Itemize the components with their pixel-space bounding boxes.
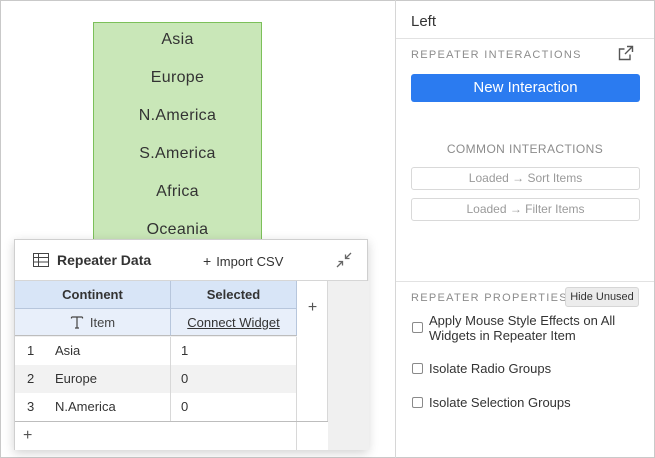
table-row[interactable]: 2 Europe 0 (15, 365, 297, 393)
isolate-radio-groups-checkbox[interactable] (412, 363, 423, 374)
repeater-item: N.America (138, 107, 217, 124)
separator (396, 281, 654, 282)
column-header-selected[interactable]: Selected (171, 281, 297, 309)
isolate-selection-groups-checkbox[interactable] (412, 397, 423, 408)
repeater-data-title: Repeater Data (57, 252, 152, 268)
design-canvas[interactable]: Asia Europe N.America S.America Africa O… (1, 1, 396, 457)
add-column-button[interactable]: + (297, 299, 328, 317)
plus-icon: + (203, 253, 212, 269)
column-type-item[interactable]: Item (15, 309, 171, 336)
apply-mouse-style-checkbox[interactable] (412, 322, 423, 333)
external-link-icon[interactable] (618, 45, 634, 61)
column-header-continent[interactable]: Continent (15, 281, 171, 309)
table-row[interactable]: 1 Asia 1 (15, 337, 297, 365)
import-csv-button[interactable]: + Import CSV (203, 253, 283, 269)
continent-cell[interactable]: N.America (15, 393, 171, 421)
checkbox-label-line: Widgets in Repeater Item (429, 328, 576, 343)
hide-unused-button[interactable]: Hide Unused (565, 287, 639, 307)
repeater-data-panel: Repeater Data + Import CSV Continent Sele… (14, 239, 369, 450)
loaded-sort-items-button[interactable]: Loaded → Sort Items (411, 167, 640, 190)
connect-widget-link[interactable]: Connect Widget (171, 309, 297, 336)
add-row-divider (296, 422, 297, 450)
repeater-data-header: Repeater Data + Import CSV (15, 240, 367, 281)
interactions-panel: Left REPEATER INTERACTIONS New Interacti… (396, 1, 654, 457)
connect-widget-label: Connect Widget (187, 315, 280, 330)
checkbox-label-line: Apply Mouse Style Effects on All (429, 313, 616, 328)
selected-cell[interactable]: 0 (171, 365, 297, 393)
column-type-label: Item (89, 315, 116, 330)
text-type-icon (70, 316, 83, 329)
continent-cell[interactable]: Europe (15, 365, 171, 393)
repeater-item: S.America (139, 145, 216, 162)
isolate-selection-groups-label[interactable]: Isolate Selection Groups (429, 395, 571, 410)
repeater-interactions-label: REPEATER INTERACTIONS (411, 49, 582, 61)
separator (396, 38, 654, 39)
repeater-item: Europe (150, 69, 205, 86)
continent-cell[interactable]: Asia (15, 337, 171, 365)
common-interactions-label: COMMON INTERACTIONS (446, 142, 604, 156)
selected-cell[interactable]: 0 (171, 393, 297, 421)
apply-mouse-style-label[interactable]: Apply Mouse Style Effects on All Widgets… (429, 313, 615, 343)
selected-cell[interactable]: 1 (171, 337, 297, 365)
add-row-button[interactable]: + (23, 427, 32, 445)
repeater-item: Oceania (146, 221, 209, 238)
repeater-item: Asia (161, 31, 194, 48)
repeater-item: Africa (156, 183, 199, 200)
repeater-data-grid: Continent Selected Item Connect Widget 1… (15, 281, 369, 450)
repeater-properties-label: REPEATER PROPERTIES (411, 292, 568, 304)
isolate-radio-groups-label[interactable]: Isolate Radio Groups (429, 361, 551, 376)
panel-title: Left (411, 13, 437, 30)
loaded-filter-items-button[interactable]: Loaded → Filter Items (411, 198, 640, 221)
table-row[interactable]: 3 N.America 0 (15, 393, 297, 421)
table-icon (33, 253, 49, 267)
import-csv-label: Import CSV (216, 254, 284, 269)
add-column-area: + (297, 281, 328, 421)
repeater-widget[interactable]: Asia Europe N.America S.America Africa O… (93, 22, 262, 252)
collapse-icon[interactable] (335, 251, 353, 269)
add-row-area: + (15, 421, 328, 450)
new-interaction-button[interactable]: New Interaction (411, 74, 640, 102)
